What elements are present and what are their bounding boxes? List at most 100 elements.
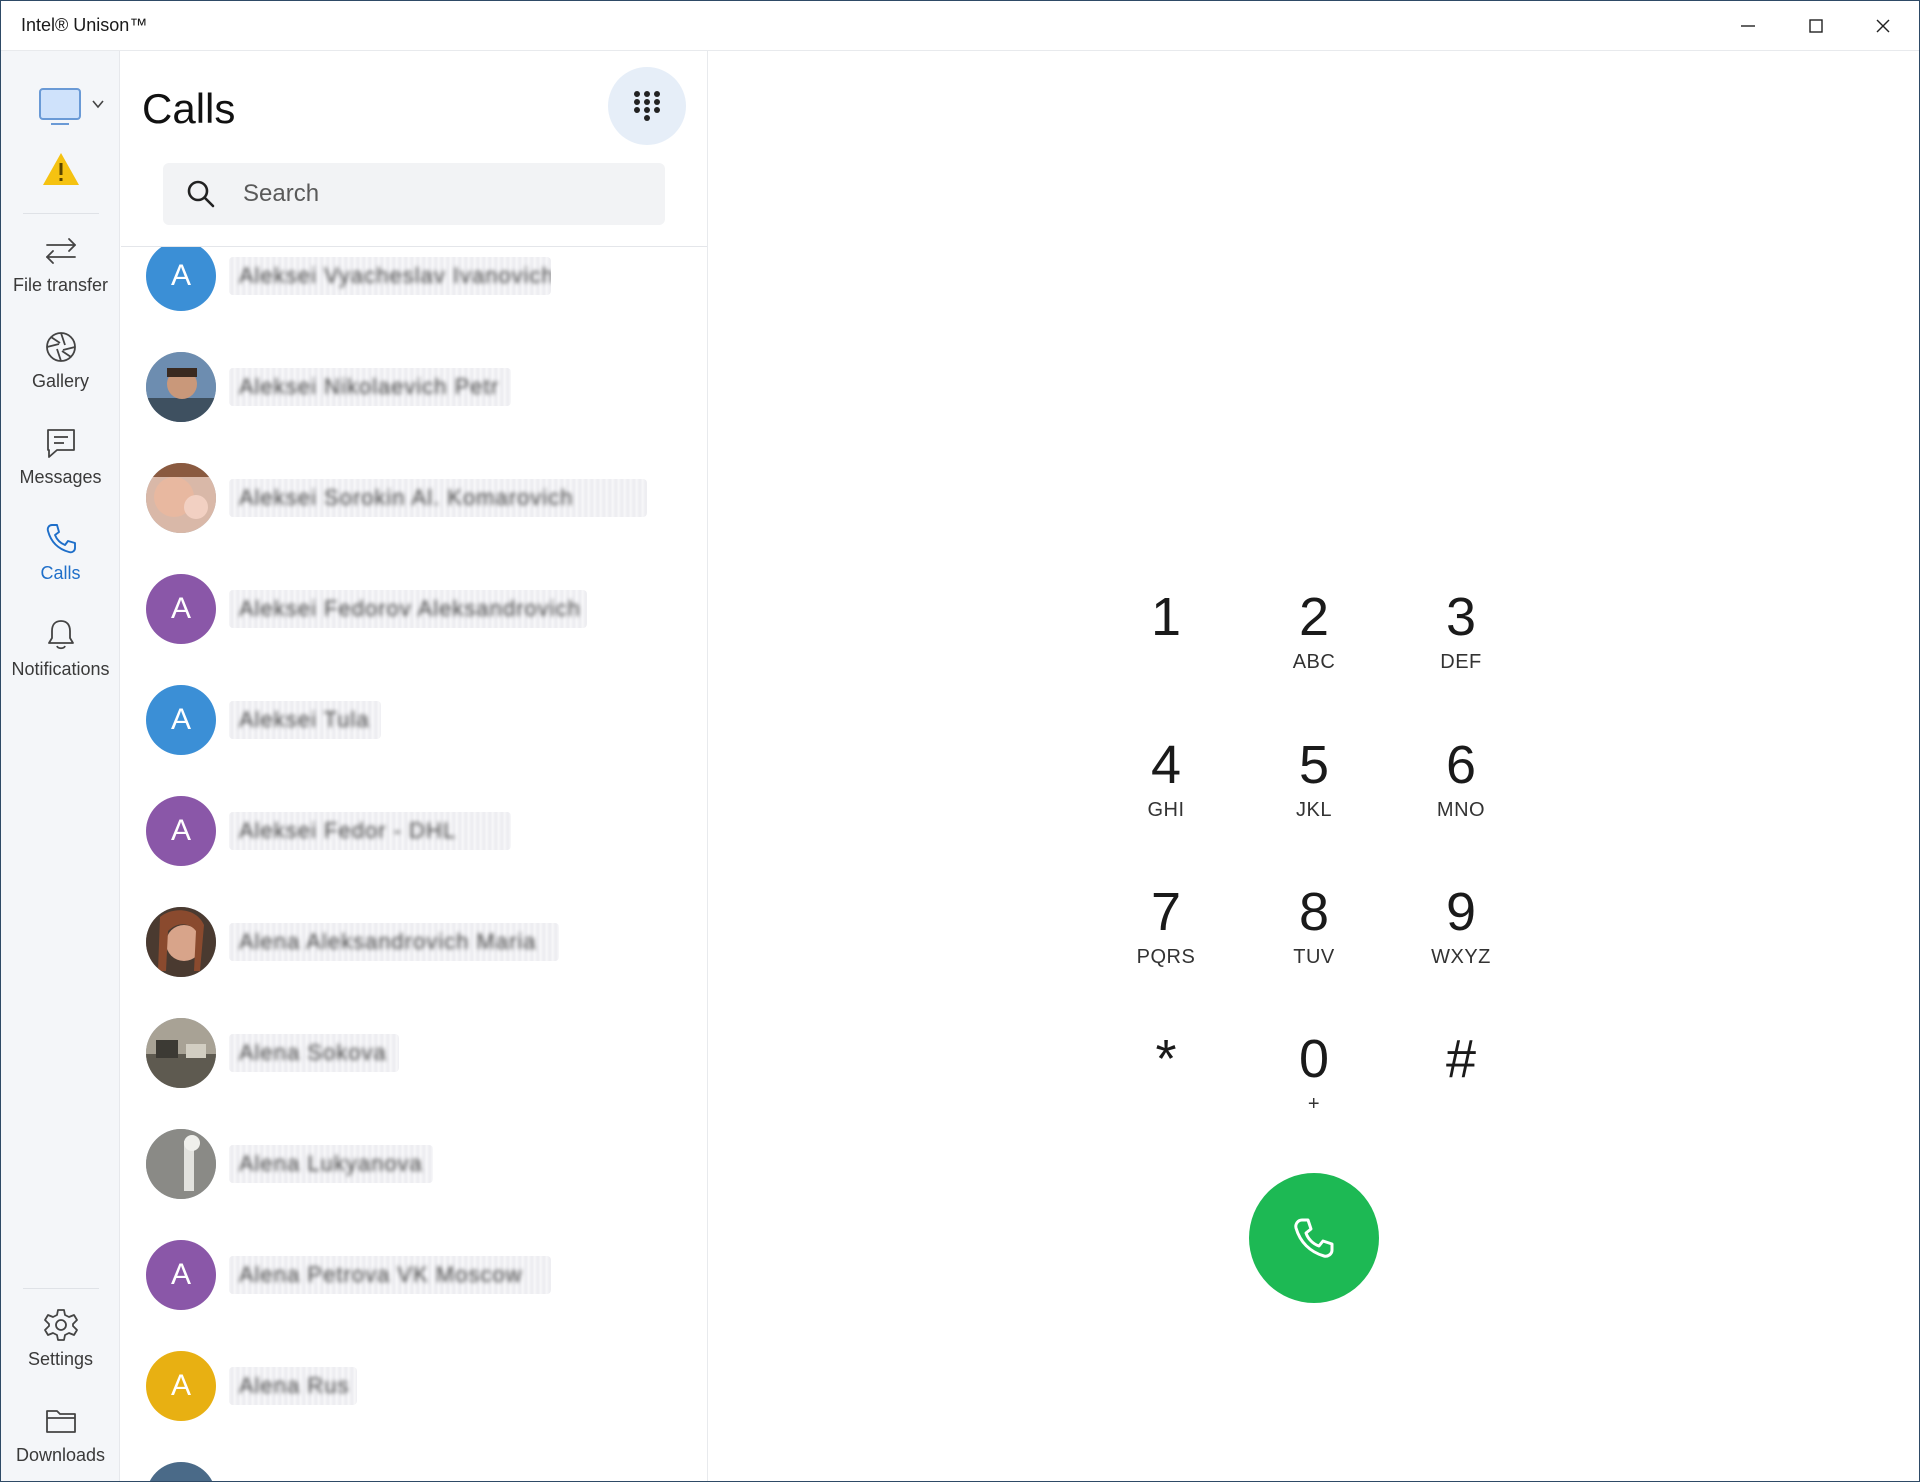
contact-photo-icon <box>146 462 216 533</box>
downloads-icon <box>45 1410 76 1433</box>
dial-key-6[interactable]: 6 MNO <box>1401 735 1521 845</box>
phone-icon <box>1294 1218 1334 1258</box>
rail-divider <box>23 1288 99 1289</box>
contact-name: Aleksei Fedor - DHL <box>229 811 511 850</box>
key-digit: 3 <box>1445 587 1477 647</box>
dial-key-5[interactable]: 5 JKL <box>1254 735 1374 845</box>
rail-item-settings[interactable]: Settings <box>1 1301 120 1391</box>
rail-item-gallery[interactable]: Gallery <box>1 323 120 413</box>
list-item[interactable]: Aleksei Sorokin Al. Komarovich <box>121 442 707 553</box>
contact-photo-icon <box>146 906 216 977</box>
list-item[interactable]: A Aleksei Fedorov Aleksandrovich <box>121 553 707 664</box>
warning-icon[interactable] <box>42 151 80 187</box>
rail-item-downloads[interactable]: Downloads <box>1 1397 120 1481</box>
device-selector[interactable] <box>39 86 113 125</box>
settings-icon <box>43 1309 78 1341</box>
maximize-button[interactable] <box>1782 1 1850 51</box>
close-icon <box>1876 19 1890 33</box>
contact-name: Aleksei Sorokin Al. Komarovich <box>229 478 647 517</box>
dial-key-1[interactable]: 1 <box>1106 587 1226 697</box>
rail-item-label: Messages <box>19 467 102 487</box>
close-button[interactable] <box>1849 1 1917 51</box>
contact-name: Aleksei Nikolaevich Petr <box>229 367 511 406</box>
key-letters: MNO <box>1436 799 1486 821</box>
minimize-icon <box>1741 25 1755 27</box>
key-letters: PQRS <box>1136 946 1196 968</box>
key-digit: # <box>1445 1029 1477 1089</box>
chevron-down-icon <box>92 100 104 109</box>
dialpad-icon <box>634 91 660 121</box>
rail-item-calls[interactable]: Calls <box>1 515 120 605</box>
key-letters: JKL <box>1296 799 1332 821</box>
key-digit: 0 <box>1298 1029 1330 1089</box>
list-item[interactable]: Alena Aleksandrovich Maria <box>121 886 707 997</box>
window-title: Intel® Unison™ <box>21 15 148 35</box>
dial-key-8[interactable]: 8 TUV <box>1254 882 1374 992</box>
avatar: A <box>146 247 216 311</box>
contact-name: Alena Rus <box>229 1366 357 1405</box>
contact-name: Aleksei Tula <box>229 700 381 739</box>
contact-name: Alena Lukyanova <box>229 1144 433 1183</box>
notifications-icon <box>47 620 74 650</box>
key-digit: 4 <box>1150 735 1182 795</box>
search-box <box>163 163 665 225</box>
key-letters: WXYZ <box>1431 946 1491 968</box>
title-bar: Intel® Unison™ <box>1 1 1919 51</box>
minimize-button[interactable] <box>1714 1 1782 51</box>
avatar: A <box>146 1239 216 1310</box>
avatar <box>146 351 216 422</box>
search-input[interactable] <box>243 180 623 208</box>
avatar <box>146 1128 216 1199</box>
contact-photo-icon <box>146 1128 216 1199</box>
list-item[interactable]: A Alena Petrova VK Moscow <box>121 1219 707 1330</box>
rail-item-messages[interactable]: Messages <box>1 419 120 509</box>
file-transfer-icon <box>45 238 76 264</box>
contact-name: Alena Aleksandrovich Maria <box>229 922 559 961</box>
key-digit: 8 <box>1298 882 1330 942</box>
avatar <box>146 906 216 977</box>
page-title: Calls <box>142 85 236 132</box>
key-letters: GHI <box>1147 799 1185 821</box>
list-item[interactable] <box>121 1441 707 1481</box>
list-item[interactable]: Aleksei Nikolaevich Petr <box>121 331 707 442</box>
key-letters: DEF <box>1440 651 1482 673</box>
list-item[interactable]: A Alena Rus <box>121 1330 707 1441</box>
dial-key-9[interactable]: 9 WXYZ <box>1401 882 1521 992</box>
call-button[interactable] <box>1249 1173 1379 1303</box>
avatar: A <box>146 1350 216 1421</box>
dial-key-3[interactable]: 3 DEF <box>1401 587 1521 697</box>
dial-key-star[interactable]: * <box>1106 1029 1226 1139</box>
list-item[interactable]: A Aleksei Tula <box>121 664 707 775</box>
key-letters: TUV <box>1293 946 1335 968</box>
key-digit: * <box>1155 1029 1177 1089</box>
call-list-panel: Calls A Aleksei Vyacheslav Ivanovich <box>121 51 708 1481</box>
rail-item-file-transfer[interactable]: File transfer <box>1 227 120 317</box>
nav-rail: File transfer Gallery Messages Calls Not… <box>1 51 120 1481</box>
messages-icon <box>46 429 75 458</box>
dial-key-0[interactable]: 0 + <box>1254 1029 1374 1139</box>
list-item[interactable]: A Aleksei Vyacheslav Ivanovich <box>121 247 707 331</box>
rail-item-label: Downloads <box>15 1445 106 1465</box>
dial-key-hash[interactable]: # <box>1401 1029 1521 1139</box>
list-item[interactable]: Alena Lukyanova <box>121 1108 707 1219</box>
contact-photo-icon <box>146 351 216 422</box>
contact-name: Alena Petrova VK Moscow <box>229 1255 551 1294</box>
rail-item-notifications[interactable]: Notifications <box>1 611 120 701</box>
dial-key-2[interactable]: 2 ABC <box>1254 587 1374 697</box>
dial-key-4[interactable]: 4 GHI <box>1106 735 1226 845</box>
avatar <box>146 462 216 533</box>
avatar <box>146 1017 216 1088</box>
contact-name: Aleksei Fedorov Aleksandrovich <box>229 589 587 628</box>
list-item[interactable]: A Aleksei Fedor - DHL <box>121 775 707 886</box>
rail-item-label: Gallery <box>31 371 89 391</box>
dial-key-7[interactable]: 7 PQRS <box>1106 882 1226 992</box>
key-digit: 1 <box>1150 587 1182 647</box>
contact-name: Alena Sokova <box>229 1033 399 1072</box>
list-item[interactable]: Alena Sokova <box>121 997 707 1108</box>
dialpad-toggle-button[interactable] <box>608 67 686 145</box>
key-digit: 9 <box>1445 882 1477 942</box>
dialpad-area: 1 2 ABC 3 DEF 4 GHI 5 JKL 6 MNO 7 PQRS 8 <box>709 51 1919 1481</box>
app-window: Intel® Unison™ File transfer Gallery Mes… <box>0 0 1920 1482</box>
rail-item-label: Notifications <box>11 659 110 679</box>
avatar: A <box>146 573 216 644</box>
